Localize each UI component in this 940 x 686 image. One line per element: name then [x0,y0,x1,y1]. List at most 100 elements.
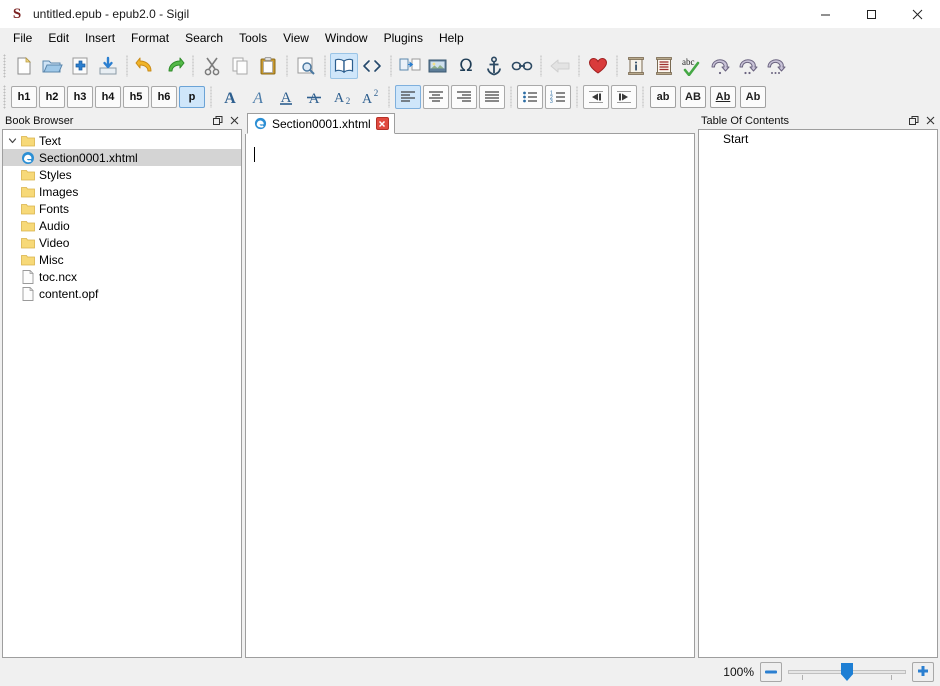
svg-text:A: A [362,92,373,106]
menu-format[interactable]: Format [123,28,177,50]
tree-item-content-opf[interactable]: content.opf [3,285,241,302]
zoom-slider[interactable] [788,662,906,682]
toc-entry-start[interactable]: Start [699,130,937,147]
tree-item-styles[interactable]: Styles [3,166,241,183]
menu-view[interactable]: View [275,28,317,50]
tree-item-toc-ncx[interactable]: toc.ncx [3,268,241,285]
underline-icon[interactable]: A [273,85,299,109]
menu-edit[interactable]: Edit [40,28,77,50]
paste-icon[interactable] [254,53,282,79]
maximize-button[interactable] [848,0,894,28]
expand-chevron-icon[interactable] [5,136,19,145]
toolbar-grip[interactable] [3,54,8,78]
numbered-list-icon[interactable]: 1 2 3 [545,85,571,109]
new-file-icon[interactable] [10,53,38,79]
book-browser-body[interactable]: Text Section0001.xhtml Styles Images Fon… [2,129,242,658]
decrease-indent-icon[interactable] [583,85,609,109]
save-icon[interactable] [94,53,122,79]
tree-item-fonts[interactable]: Fonts [3,200,241,217]
menu-insert[interactable]: Insert [77,28,123,50]
spellcheck-icon[interactable]: abc [678,53,706,79]
cut-icon[interactable] [198,53,226,79]
superscript-icon[interactable]: A 2 [357,85,383,109]
menu-plugins[interactable]: Plugins [376,28,431,50]
insert-id-icon[interactable] [480,53,508,79]
find-replace-icon[interactable] [292,53,320,79]
heading-h3-button[interactable]: h3 [67,86,93,108]
next-misspelling-icon[interactable] [734,53,762,79]
tree-item-label: toc.ncx [39,269,78,284]
add-file-icon[interactable] [66,53,94,79]
minimize-button[interactable] [802,0,848,28]
bold-icon[interactable]: A [217,85,243,109]
align-right-icon[interactable] [451,85,477,109]
menu-window[interactable]: Window [317,28,376,50]
toc-editor-icon[interactable] [650,53,678,79]
titlecase-button[interactable]: Ab [710,86,736,108]
previous-misspelling-icon[interactable] [706,53,734,79]
format-toolbar-grip[interactable] [3,85,8,109]
toc-float-icon[interactable] [906,113,922,128]
copy-icon[interactable] [226,53,254,79]
open-file-icon[interactable] [38,53,66,79]
strikethrough-icon[interactable]: A [301,85,327,109]
insert-image-icon[interactable] [424,53,452,79]
toc-body[interactable]: Start [698,129,938,658]
tree-item-misc[interactable]: Misc [3,251,241,268]
tree-item-images[interactable]: Images [3,183,241,200]
zoom-slider-handle[interactable] [841,663,853,681]
special-character-icon[interactable]: Ω [452,53,480,79]
book-browser-float-icon[interactable] [210,113,226,128]
bullet-list-icon[interactable] [517,85,543,109]
align-center-icon[interactable] [423,85,449,109]
tree-item-audio[interactable]: Audio [3,217,241,234]
code-view-icon[interactable] [358,53,386,79]
tab-section0001-xhtml[interactable]: Section0001.xhtml [247,113,395,134]
tree-item-text[interactable]: Text [3,132,241,149]
toolbar-separator [576,86,578,108]
redo-icon[interactable] [160,53,188,79]
heading-h2-button[interactable]: h2 [39,86,65,108]
menu-search[interactable]: Search [177,28,231,50]
italic-icon[interactable]: A [245,85,271,109]
increase-indent-icon[interactable] [611,85,637,109]
menu-file[interactable]: File [5,28,40,50]
back-icon[interactable] [546,53,574,79]
book-view-editor[interactable] [245,134,695,658]
svg-text:abc: abc [682,57,695,67]
heading-h4-button[interactable]: h4 [95,86,121,108]
menu-help[interactable]: Help [431,28,472,50]
tab-close-icon[interactable] [375,117,389,130]
toc-header: Table Of Contents [698,112,938,129]
capitalize-button[interactable]: Ab [740,86,766,108]
paragraph-button[interactable]: p [179,86,205,108]
add-misspelling-icon[interactable] [762,53,790,79]
zoom-slider-tick [802,675,803,680]
undo-icon[interactable] [132,53,160,79]
zoom-out-button[interactable] [760,662,782,682]
toolbar-separator [390,55,392,77]
close-button[interactable] [894,0,940,28]
menu-tools[interactable]: Tools [231,28,275,50]
align-left-icon[interactable] [395,85,421,109]
toc-title: Table Of Contents [701,114,790,127]
tree-item-video[interactable]: Video [3,234,241,251]
heading-h6-button[interactable]: h6 [151,86,177,108]
uppercase-button[interactable]: AB [680,86,706,108]
toc-close-icon[interactable] [922,113,938,128]
book-view-icon[interactable] [330,53,358,79]
metadata-editor-icon[interactable] [622,53,650,79]
heart-icon[interactable] [584,53,612,79]
subscript-icon[interactable]: A 2 [329,85,355,109]
tree-item-section0001[interactable]: Section0001.xhtml [3,149,241,166]
heading-h5-button[interactable]: h5 [123,86,149,108]
lowercase-button[interactable]: ab [650,86,676,108]
split-at-cursor-icon[interactable] [396,53,424,79]
toolbar-separator [324,55,326,77]
book-browser-close-icon[interactable] [226,113,242,128]
align-justify-icon[interactable] [479,85,505,109]
heading-h1-button[interactable]: h1 [11,86,37,108]
svg-text:A: A [309,91,320,106]
insert-link-icon[interactable] [508,53,536,79]
zoom-in-button[interactable] [912,662,934,682]
